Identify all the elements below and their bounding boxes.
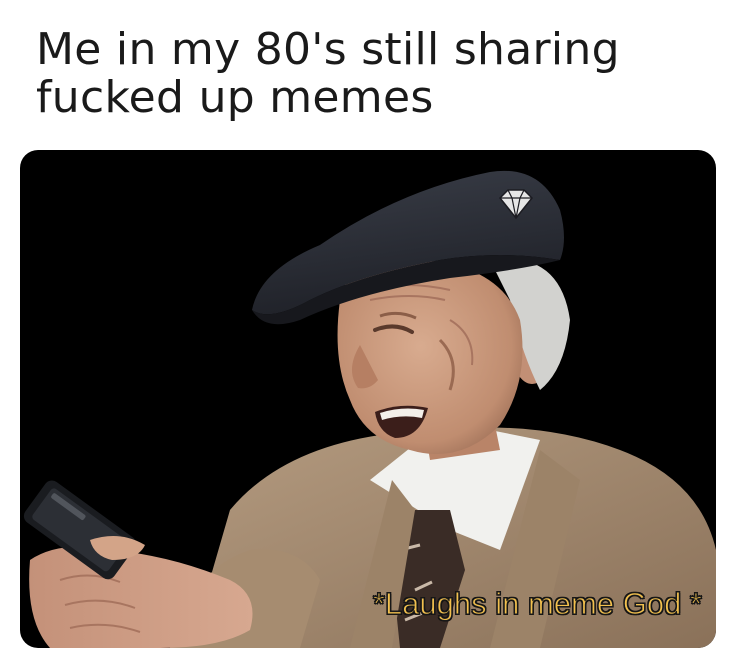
caption-line-2: fucked up memes	[36, 72, 434, 123]
old-man-photo: *Laughs in meme God *	[20, 150, 716, 648]
meme-subtitle: *Laughs in meme God *	[372, 586, 702, 622]
old-man-illustration	[23, 170, 716, 648]
caption-line-1: Me in my 80's still sharing	[36, 24, 620, 75]
meme-caption: Me in my 80's still sharing fucked up me…	[36, 26, 716, 122]
meme-image: Me in my 80's still sharing fucked up me…	[0, 0, 733, 660]
